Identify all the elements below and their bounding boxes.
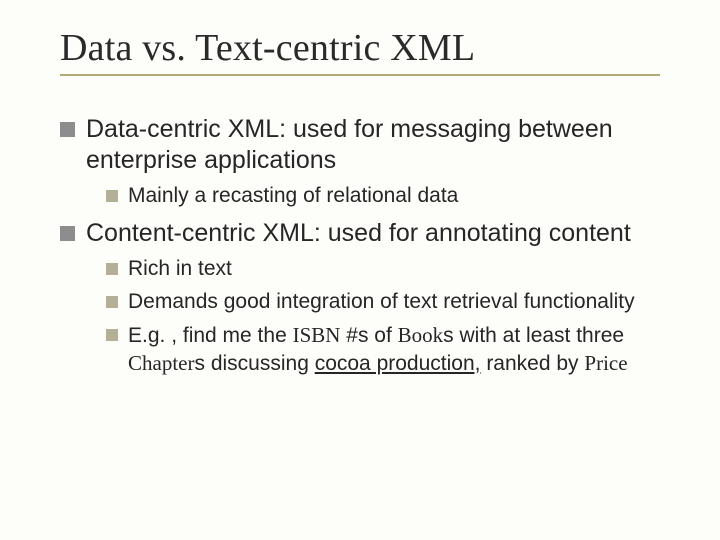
term-price: Price: [584, 351, 627, 375]
term-isbn: ISBN: [293, 323, 341, 347]
example-end: ranked by: [480, 352, 584, 375]
sub-bullet-example: E.g. , find me the ISBN #s of Books with…: [106, 322, 680, 378]
sub-bullet-text: Rich in text: [128, 257, 232, 280]
term-chapter: Chapter: [128, 351, 194, 375]
slide-title: Data vs. Text-centric XML: [60, 26, 680, 70]
example-mid: s discussing: [194, 352, 314, 375]
example-mid: #s of: [340, 324, 397, 347]
bullet-data-centric: Data-centric XML: used for messaging bet…: [60, 114, 680, 210]
slide: Data vs. Text-centric XML Data-centric X…: [0, 0, 720, 540]
bullet-text: Data-centric XML: used for messaging bet…: [86, 115, 613, 174]
term-book: Book: [398, 323, 444, 347]
term-topic: cocoa production,: [315, 352, 481, 375]
sub-list: Mainly a recasting of relational data: [86, 183, 680, 210]
bullet-list: Data-centric XML: used for messaging bet…: [60, 114, 680, 378]
bullet-text: Content-centric XML: used for annotating…: [86, 219, 631, 247]
sub-bullet-text: Mainly a recasting of relational data: [128, 184, 458, 207]
sub-list: Rich in text Demands good integration of…: [86, 256, 680, 378]
bullet-content-centric: Content-centric XML: used for annotating…: [60, 218, 680, 378]
example-mid: s with at least three: [443, 324, 624, 347]
sub-bullet-rich: Rich in text: [106, 256, 680, 283]
sub-bullet-text: Demands good integration of text retriev…: [128, 290, 635, 313]
title-underline: [60, 74, 660, 76]
example-prefix: E.g. , find me the: [128, 324, 293, 347]
sub-bullet-integration: Demands good integration of text retriev…: [106, 289, 680, 316]
sub-bullet-recasting: Mainly a recasting of relational data: [106, 183, 680, 210]
